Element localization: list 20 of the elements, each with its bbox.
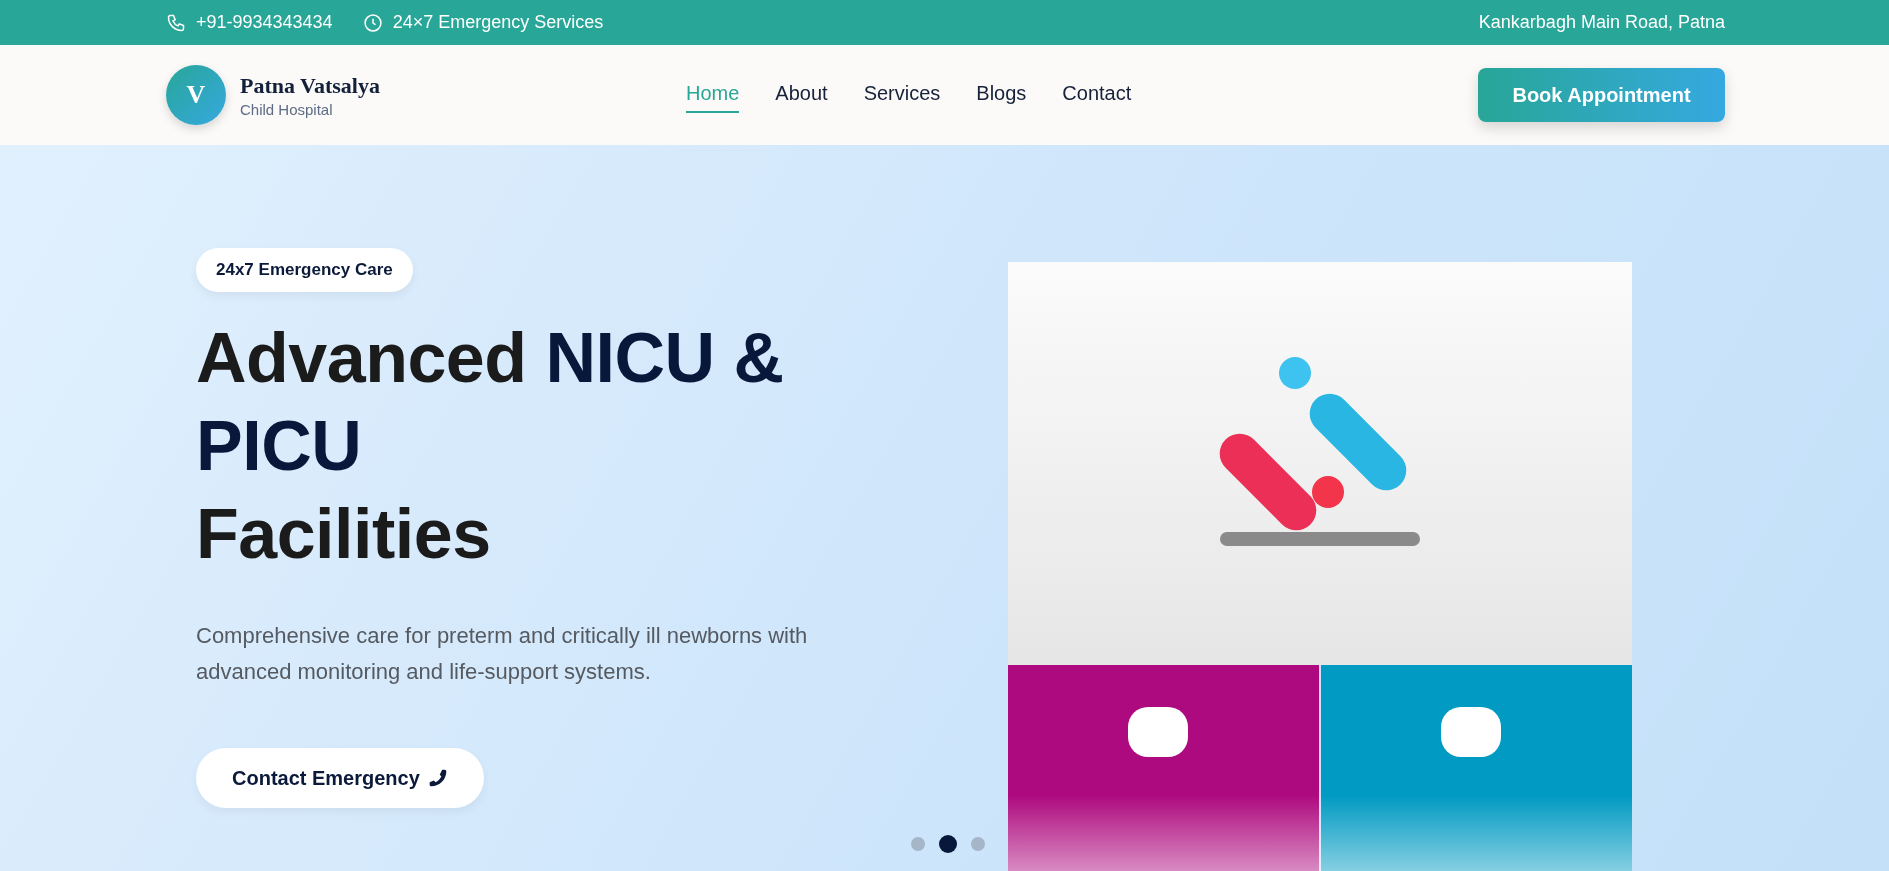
hero-description: Comprehensive care for preterm and critically ill newborns with advanced monitoring and life-support systems.: [196, 622, 809, 686]
slide-dot[interactable]: [911, 837, 925, 851]
contact-emergency-button[interactable]: Contact Emergency: [196, 748, 484, 808]
logo-badge: V: [166, 65, 226, 125]
phone-icon: [427, 768, 448, 788]
slide-dot[interactable]: [939, 835, 957, 853]
phone-icon: [166, 12, 186, 33]
nav-link[interactable]: About: [775, 77, 828, 113]
nav-link[interactable]: Blogs: [976, 77, 1027, 113]
nav-link[interactable]: Contact: [1062, 77, 1132, 113]
hero-title: Advanced NICU & PICU Facilities: [196, 318, 785, 575]
clock-icon: [362, 12, 383, 33]
address: Kankarbagh Main Road, Patna: [1478, 12, 1725, 33]
phone-number: +91-9934343434: [196, 12, 333, 33]
slide-dot[interactable]: [971, 837, 985, 851]
brand-subtitle: Child Hospital: [240, 100, 334, 118]
service-hours: 24×7 Emergency Services: [392, 12, 604, 33]
brand-name: Patna Vatsalya: [240, 72, 380, 99]
nav-link[interactable]: Services: [863, 77, 941, 113]
emergency-badge: 24x7 Emergency Care: [196, 248, 413, 292]
